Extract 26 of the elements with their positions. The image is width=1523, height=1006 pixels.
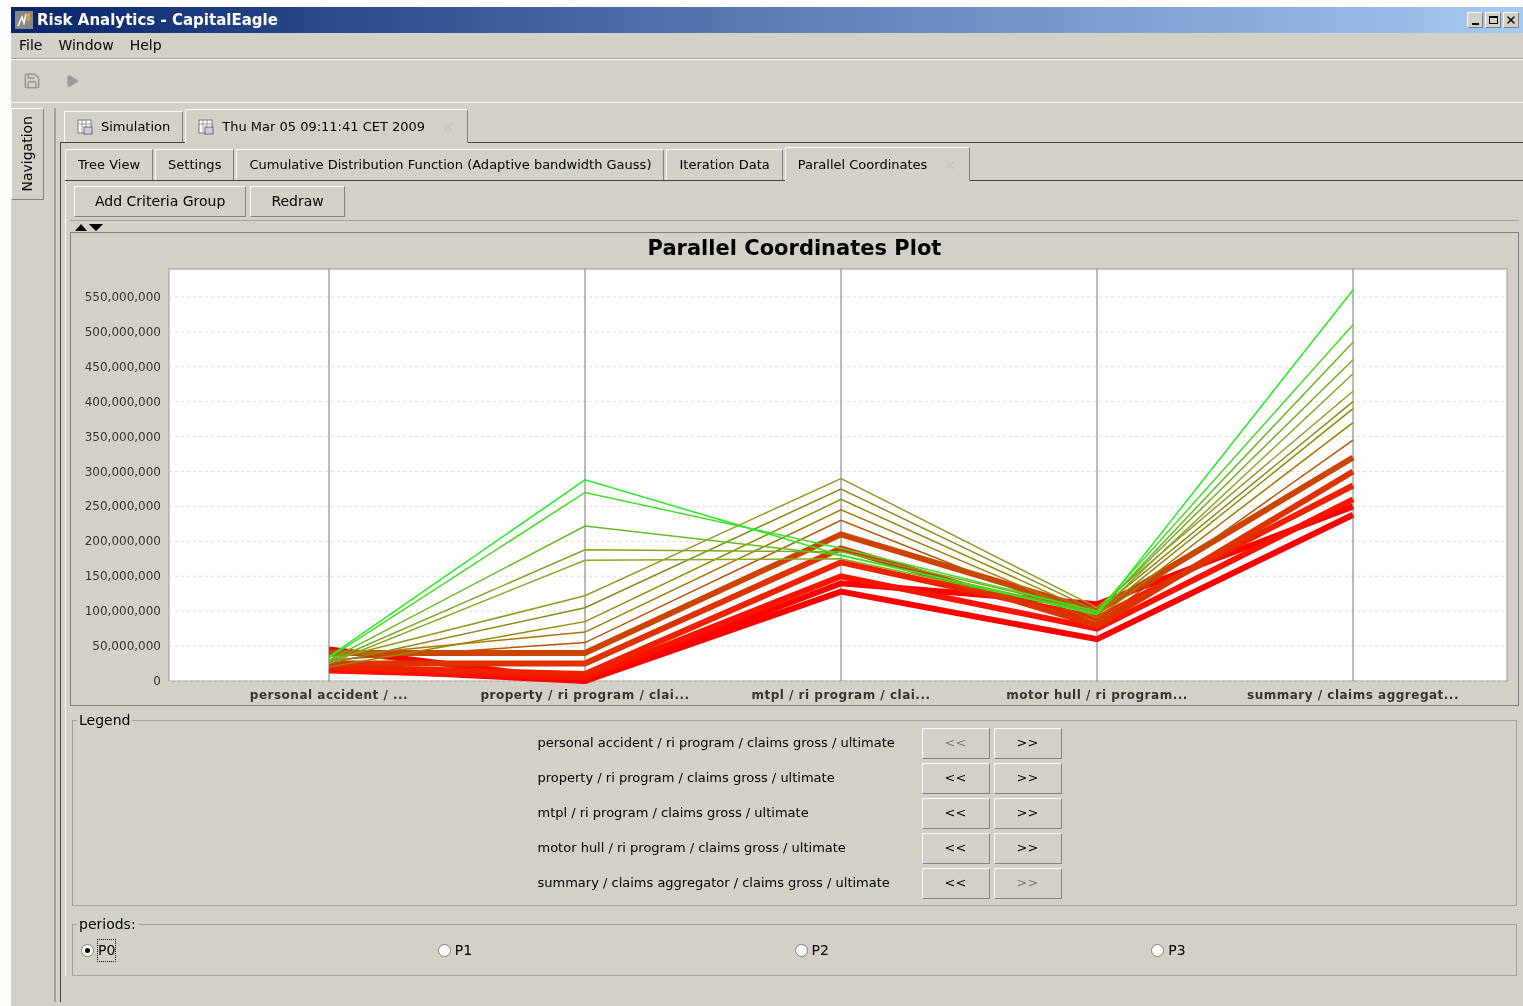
y-tick-label: 150,000,000 <box>84 569 161 584</box>
legend-label: personal accident / ri program / claims gross / ultimate <box>537 734 896 753</box>
y-tick-label: 0 <box>153 674 161 688</box>
axis-label: motor hull / ri program... <box>1006 688 1188 702</box>
y-tick-label: 50,000,000 <box>92 639 161 654</box>
legend-label: summary / claims aggregator / claims gross / ultimate <box>537 874 891 893</box>
y-tick-label: 550,000,000 <box>84 289 161 304</box>
group-title: periods: <box>77 915 138 933</box>
axis-label: summary / claims aggregat... <box>1247 688 1459 702</box>
y-tick-label: 100,000,000 <box>84 604 161 619</box>
y-tick-label: 500,000,000 <box>84 324 161 339</box>
axis-label: personal accident / ... <box>249 688 409 702</box>
axis-label: property / ri program / clai... <box>480 688 690 702</box>
y-tick-label: 200,000,000 <box>84 534 161 549</box>
legend-label: property / ri program / claims gross / ultimate <box>537 769 836 788</box>
axis-label: mtpl / ri program / clai... <box>751 688 931 702</box>
legend-label: motor hull / ri program / claims gross / ultimate <box>537 839 847 858</box>
y-tick-label: 400,000,000 <box>84 394 161 409</box>
chart-title: Parallel Coordinates Plot <box>646 235 943 262</box>
group-title: Legend <box>77 711 133 729</box>
y-tick-label: 350,000,000 <box>84 429 161 444</box>
y-tick-label: 300,000,000 <box>84 464 161 479</box>
y-tick-label: 450,000,000 <box>84 359 161 374</box>
window-title: Risk Analytics - CapitalEagle <box>37 9 278 31</box>
y-tick-label: 250,000,000 <box>84 499 161 514</box>
legend-label: mtpl / ri program / claims gross / ultimate <box>537 804 810 823</box>
